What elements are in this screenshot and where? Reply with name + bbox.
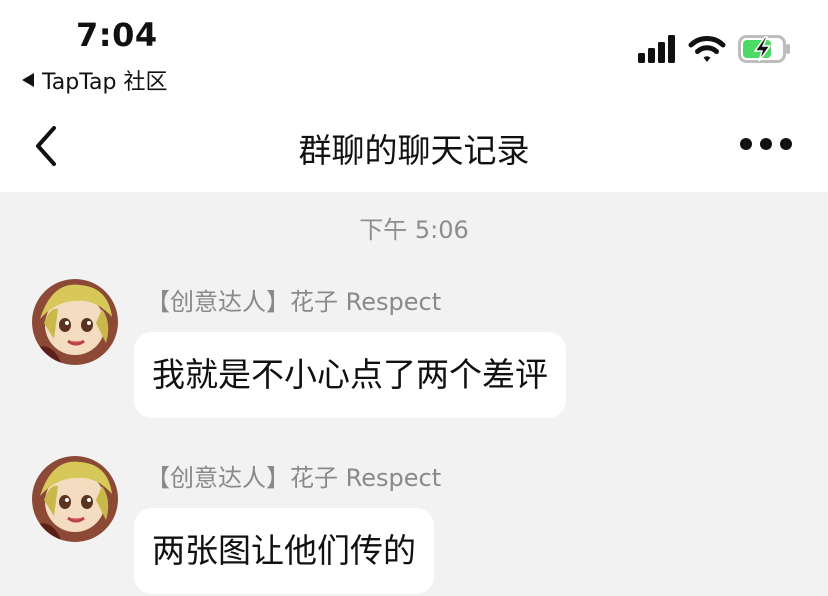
back-to-app-link[interactable]: TapTap 社区 [22, 64, 167, 96]
avatar-image [32, 456, 118, 542]
back-triangle-icon [22, 73, 34, 87]
status-time: 7:04 [76, 16, 158, 54]
message-timestamp: 下午 5:06 [359, 216, 469, 244]
wifi-icon [688, 36, 726, 62]
avatar[interactable] [32, 279, 118, 365]
sender-name: 【创意达人】花子 Respect [146, 464, 442, 492]
battery-charging-icon [738, 35, 790, 63]
status-icons [638, 34, 792, 64]
signal-icon [638, 35, 675, 63]
sender-name: 【创意达人】花子 Respect [146, 288, 442, 316]
chat-record-screen: 7:04 TapTap 社区 群聊的聊天记录 下午 5:06 【创意达人】花子 … [0, 0, 828, 596]
message-bubble[interactable]: 我就是不小心点了两个差评 [134, 332, 566, 418]
message-bubble[interactable]: 两张图让他们传的 [134, 508, 434, 594]
more-icon[interactable] [740, 138, 792, 150]
page-title: 群聊的聊天记录 [298, 131, 530, 170]
back-app-label: TapTap 社区 [42, 70, 168, 95]
avatar-image [32, 279, 118, 365]
avatar[interactable] [32, 456, 118, 542]
top-bar: 7:04 TapTap 社区 群聊的聊天记录 [0, 0, 828, 192]
